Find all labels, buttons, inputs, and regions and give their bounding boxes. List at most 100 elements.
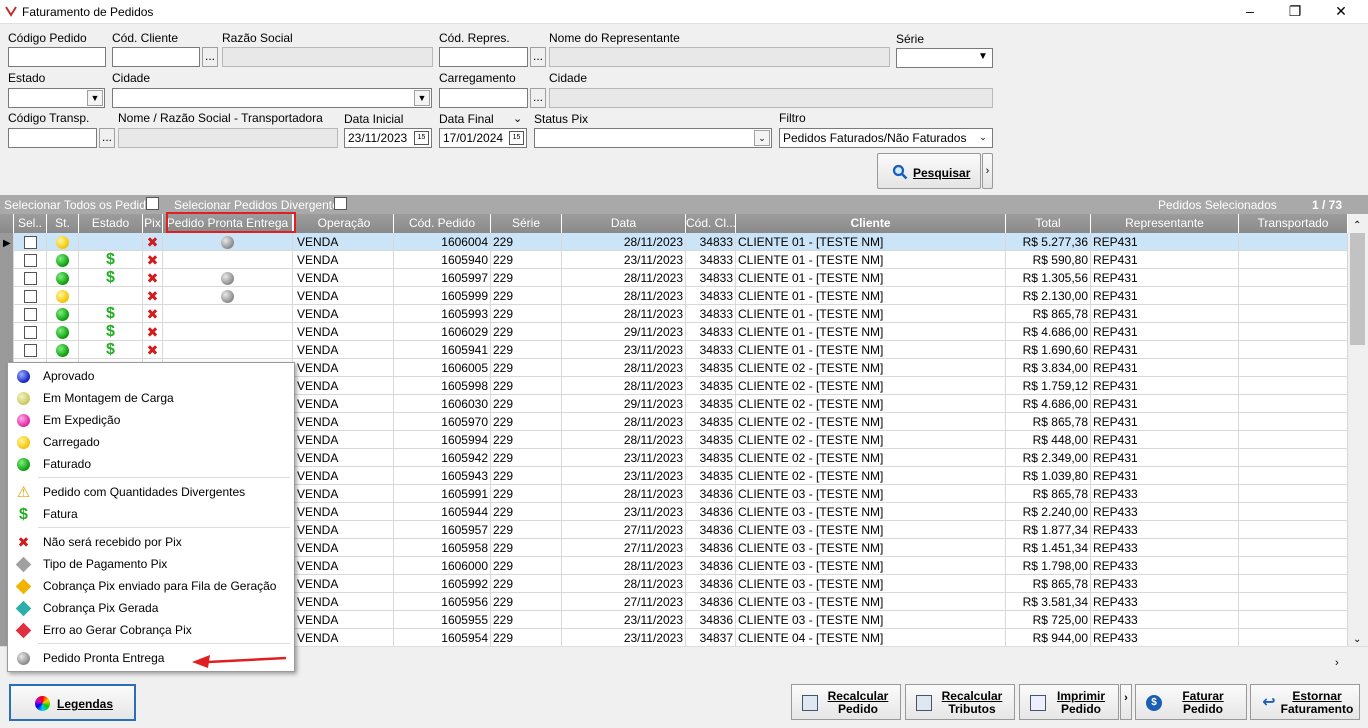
chevron-down-icon[interactable]: ⌄ xyxy=(513,112,522,125)
status-pix-select[interactable]: ⌄ xyxy=(534,128,772,148)
chevron-down-icon[interactable]: ▼ xyxy=(975,50,991,66)
calendar-icon[interactable]: 15 xyxy=(509,131,524,145)
scroll-right-icon[interactable]: › xyxy=(1335,657,1339,669)
legend-menu-item[interactable]: Carregado xyxy=(14,432,289,452)
row-indicator[interactable] xyxy=(0,287,14,305)
maximize-icon[interactable]: ❐ xyxy=(1285,2,1305,20)
codigo-pedido-input[interactable] xyxy=(8,47,106,67)
pesquisar-button[interactable]: Pesquisar xyxy=(877,153,981,189)
estornar-faturamento-button[interactable]: ↩ Estornar Faturamento xyxy=(1250,684,1360,720)
row-checkbox[interactable] xyxy=(23,326,37,340)
legend-item-label: Erro ao Gerar Cobrança Pix xyxy=(43,623,192,637)
legend-menu-item[interactable]: Tipo de Pagamento Pix xyxy=(14,554,289,574)
column-header[interactable]: Representante xyxy=(1091,214,1239,233)
column-header[interactable]: Total xyxy=(1006,214,1091,233)
table-row[interactable]: $ ✖ VENDA 1605997 229 28/11/2023 34833 CLIENTE … xyxy=(0,269,1348,287)
imprimir-more-button[interactable]: › xyxy=(1120,684,1132,720)
imprimir-pedido-button[interactable]: Imprimir Pedido xyxy=(1019,684,1119,720)
legend-menu-item[interactable]: Aprovado xyxy=(14,366,289,386)
chevron-down-icon[interactable]: ▼ xyxy=(414,90,430,106)
table-row[interactable]: ▶ ✖ VENDA 1606004 229 28/11/2023 34833 CLIENTE … xyxy=(0,233,1348,251)
column-header[interactable]: Estado xyxy=(79,214,143,233)
column-header[interactable]: Cliente xyxy=(736,214,1006,233)
carregamento-input[interactable] xyxy=(439,88,528,108)
row-select-cell[interactable] xyxy=(14,233,47,251)
legend-menu-item[interactable]: Em Expedição xyxy=(14,410,289,430)
legend-menu-item[interactable]: Faturado xyxy=(14,454,289,474)
legend-menu-item[interactable]: Cobrança Pix Gerada xyxy=(14,598,289,618)
column-header[interactable]: Sel.. xyxy=(14,214,47,233)
scroll-down-icon[interactable]: ⌄ xyxy=(1353,634,1361,645)
data-inicial-input[interactable]: 23/11/2023 15 xyxy=(344,128,432,148)
data-final-input[interactable]: 17/01/2024 15 xyxy=(439,128,527,148)
table-row[interactable]: $ ✖ VENDA 1606029 229 29/11/2023 34833 CLIENTE … xyxy=(0,323,1348,341)
row-indicator[interactable] xyxy=(0,251,14,269)
legend-menu-item[interactable]: ⚠ Pedido com Quantidades Divergentes xyxy=(14,482,289,502)
chevron-down-icon[interactable]: ⌄ xyxy=(975,130,991,146)
faturar-pedido-button[interactable]: $ Faturar Pedido xyxy=(1135,684,1247,720)
calendar-icon[interactable]: 15 xyxy=(414,131,429,145)
column-header[interactable]: Pix xyxy=(143,214,163,233)
filtro-select[interactable]: Pedidos Faturados/Não Faturados ⌄ xyxy=(779,128,993,148)
table-row[interactable]: $ ✖ VENDA 1605941 229 23/11/2023 34833 CLIENTE … xyxy=(0,341,1348,359)
row-checkbox[interactable] xyxy=(23,272,37,286)
select-divergent-checkbox[interactable] xyxy=(334,197,347,210)
cod-repres-input[interactable] xyxy=(439,47,528,67)
scroll-thumb[interactable] xyxy=(1350,233,1365,345)
row-select-cell[interactable] xyxy=(14,269,47,287)
legend-menu-item[interactable]: Em Montagem de Carga xyxy=(14,388,289,408)
vertical-scrollbar[interactable]: ⌃ ⌄ xyxy=(1348,214,1368,646)
chevron-down-icon[interactable]: ▼ xyxy=(87,90,103,106)
table-row[interactable]: $ ✖ VENDA 1605993 229 28/11/2023 34833 CLIENTE … xyxy=(0,305,1348,323)
table-row[interactable]: ✖ VENDA 1605999 229 28/11/2023 34833 CLIENTE 0… xyxy=(0,287,1348,305)
transp-lookup-button[interactable]: ... xyxy=(99,128,115,148)
row-select-cell[interactable] xyxy=(14,251,47,269)
close-icon[interactable]: ✕ xyxy=(1331,2,1351,20)
grid-header-corner[interactable] xyxy=(0,214,14,233)
pesquisar-more-button[interactable]: › xyxy=(982,153,993,189)
table-row[interactable]: $ ✖ VENDA 1605940 229 23/11/2023 34833 CLIENTE … xyxy=(0,251,1348,269)
row-select-cell[interactable] xyxy=(14,305,47,323)
status-dot-icon xyxy=(56,344,69,358)
row-select-cell[interactable] xyxy=(14,323,47,341)
column-header[interactable]: Data xyxy=(562,214,686,233)
minimize-icon[interactable]: – xyxy=(1240,2,1260,20)
column-header[interactable]: Cód. Cl... xyxy=(686,214,736,233)
row-checkbox[interactable] xyxy=(23,236,37,250)
cod-cliente-input[interactable] xyxy=(112,47,200,67)
legend-menu-item[interactable]: Cobrança Pix enviado para Fila de Geraçã… xyxy=(14,576,289,596)
row-indicator[interactable] xyxy=(0,323,14,341)
cod-cliente-lookup-button[interactable]: ... xyxy=(202,47,218,67)
legendas-button[interactable]: Legendas xyxy=(9,684,136,721)
carregamento-lookup-button[interactable]: ... xyxy=(530,88,546,108)
chevron-down-icon[interactable]: ⌄ xyxy=(754,130,770,146)
estado-select[interactable]: ▼ xyxy=(8,88,105,108)
cod-repres-lookup-button[interactable]: ... xyxy=(530,47,546,67)
row-select-cell[interactable] xyxy=(14,341,47,359)
row-checkbox[interactable] xyxy=(23,254,37,268)
legend-menu-item[interactable]: $ Fatura xyxy=(14,504,289,524)
column-header[interactable]: Operação xyxy=(295,214,394,233)
row-checkbox[interactable] xyxy=(23,290,37,304)
codigo-transp-input[interactable] xyxy=(8,128,97,148)
row-checkbox[interactable] xyxy=(23,344,37,358)
row-checkbox[interactable] xyxy=(23,308,37,322)
legend-menu-item[interactable]: Erro ao Gerar Cobrança Pix xyxy=(14,620,289,640)
row-indicator[interactable]: ▶ xyxy=(0,233,14,251)
row-indicator[interactable] xyxy=(0,269,14,287)
row-select-cell[interactable] xyxy=(14,287,47,305)
select-all-checkbox[interactable] xyxy=(146,197,159,210)
recalcular-pedido-button[interactable]: Recalcular Pedido xyxy=(791,684,901,720)
column-header[interactable]: Cód. Pedido xyxy=(394,214,491,233)
scroll-up-icon[interactable]: ⌃ xyxy=(1353,220,1361,231)
cidade-select[interactable]: ▼ xyxy=(112,88,432,108)
serie-select[interactable]: ▼ xyxy=(896,48,993,68)
printer-icon xyxy=(1030,695,1046,711)
column-header[interactable]: St. xyxy=(47,214,79,233)
row-indicator[interactable] xyxy=(0,341,14,359)
recalcular-tributos-button[interactable]: Recalcular Tributos xyxy=(905,684,1015,720)
column-header[interactable]: Série xyxy=(491,214,562,233)
legend-menu-item[interactable]: ✖ Não será recebido por Pix xyxy=(14,532,289,552)
row-indicator[interactable] xyxy=(0,305,14,323)
column-header[interactable]: Transportado xyxy=(1239,214,1348,233)
